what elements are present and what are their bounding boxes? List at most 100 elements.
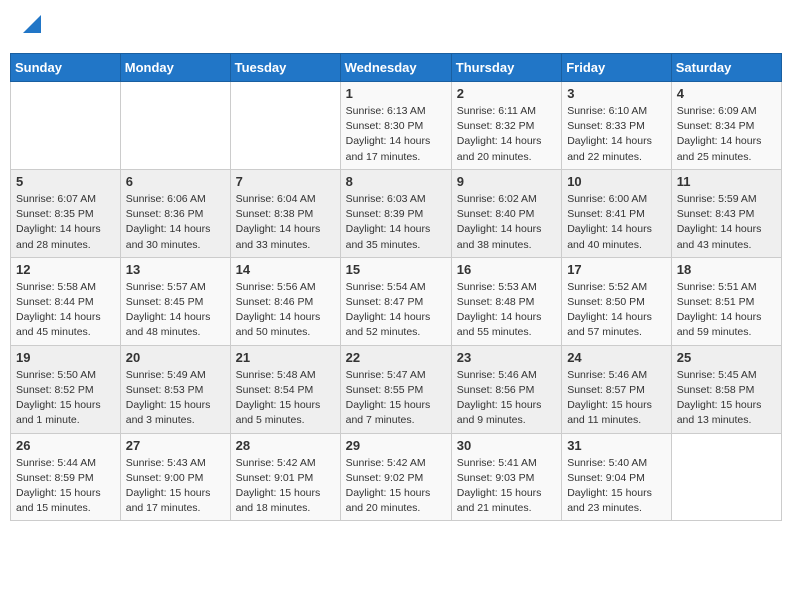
day-info: Daylight: 14 hours and 35 minutes. — [346, 222, 446, 252]
day-number: 14 — [236, 262, 335, 277]
day-info: Sunrise: 6:03 AM — [346, 192, 446, 207]
calendar-cell: 23Sunrise: 5:46 AMSunset: 8:56 PMDayligh… — [451, 345, 561, 433]
day-number: 21 — [236, 350, 335, 365]
day-number: 12 — [16, 262, 115, 277]
day-info: Sunrise: 5:40 AM — [567, 456, 666, 471]
day-info: Sunrise: 5:56 AM — [236, 280, 335, 295]
calendar-cell: 15Sunrise: 5:54 AMSunset: 8:47 PMDayligh… — [340, 257, 451, 345]
column-header-sunday: Sunday — [11, 54, 121, 82]
day-info: Sunrise: 5:44 AM — [16, 456, 115, 471]
day-info: Sunset: 8:48 PM — [457, 295, 556, 310]
calendar-cell: 6Sunrise: 6:06 AMSunset: 8:36 PMDaylight… — [120, 169, 230, 257]
calendar-week-row: 19Sunrise: 5:50 AMSunset: 8:52 PMDayligh… — [11, 345, 782, 433]
day-info: Daylight: 14 hours and 48 minutes. — [126, 310, 225, 340]
day-info: Daylight: 15 hours and 17 minutes. — [126, 486, 225, 516]
day-info: Sunset: 8:30 PM — [346, 119, 446, 134]
day-info: Sunset: 9:03 PM — [457, 471, 556, 486]
day-info: Sunrise: 5:58 AM — [16, 280, 115, 295]
day-info: Sunset: 8:34 PM — [677, 119, 776, 134]
day-info: Sunset: 8:54 PM — [236, 383, 335, 398]
calendar-week-row: 1 Sunrise: 6:13 AMSunset: 8:30 PM Daylight… — [11, 82, 782, 170]
day-info: Daylight: 15 hours and 23 minutes. — [567, 486, 666, 516]
calendar-cell: 20Sunrise: 5:49 AMSunset: 8:53 PMDayligh… — [120, 345, 230, 433]
day-info: Daylight: 15 hours and 11 minutes. — [567, 398, 666, 428]
day-info: Sunset: 8:51 PM — [677, 295, 776, 310]
calendar-cell: 11Sunrise: 5:59 AMSunset: 8:43 PMDayligh… — [671, 169, 781, 257]
calendar-cell — [120, 82, 230, 170]
day-info: Daylight: 14 hours and 30 minutes. — [126, 222, 225, 252]
day-info: Daylight: 15 hours and 5 minutes. — [236, 398, 335, 428]
day-number: 2 — [457, 86, 556, 101]
day-number: 3 — [567, 86, 666, 101]
calendar-cell: 4Sunrise: 6:09 AMSunset: 8:34 PMDaylight… — [671, 82, 781, 170]
calendar-table: SundayMondayTuesdayWednesdayThursdayFrid… — [10, 53, 782, 521]
day-info: Sunset: 8:55 PM — [346, 383, 446, 398]
day-info: Sunrise: 6:06 AM — [126, 192, 225, 207]
day-number: 9 — [457, 174, 556, 189]
day-info: Sunrise: 5:45 AM — [677, 368, 776, 383]
day-number: 10 — [567, 174, 666, 189]
day-info: Sunset: 8:33 PM — [567, 119, 666, 134]
calendar-cell: 18Sunrise: 5:51 AMSunset: 8:51 PMDayligh… — [671, 257, 781, 345]
day-info: Daylight: 15 hours and 3 minutes. — [126, 398, 225, 428]
day-info: Daylight: 14 hours and 25 minutes. — [677, 134, 776, 164]
calendar-cell: 26Sunrise: 5:44 AMSunset: 8:59 PMDayligh… — [11, 433, 121, 521]
day-info: Daylight: 14 hours and 28 minutes. — [16, 222, 115, 252]
calendar-cell: 17Sunrise: 5:52 AMSunset: 8:50 PMDayligh… — [562, 257, 672, 345]
day-info: Sunset: 8:59 PM — [16, 471, 115, 486]
calendar-cell — [671, 433, 781, 521]
day-info: Sunrise: 5:46 AM — [457, 368, 556, 383]
calendar-week-row: 26 Sunrise: 5:44 AMSunset: 8:59 PM Dayligh… — [11, 433, 782, 521]
calendar-cell — [230, 82, 340, 170]
day-info: Sunset: 8:58 PM — [677, 383, 776, 398]
column-header-friday: Friday — [562, 54, 672, 82]
day-info: Sunset: 8:57 PM — [567, 383, 666, 398]
calendar-cell: 22Sunrise: 5:47 AMSunset: 8:55 PMDayligh… — [340, 345, 451, 433]
day-number: 26 — [16, 438, 115, 453]
calendar-cell: 31Sunrise: 5:40 AMSunset: 9:04 PMDayligh… — [562, 433, 672, 521]
day-number: 28 — [236, 438, 335, 453]
day-number: 1 — [346, 86, 446, 101]
logo — [20, 15, 41, 38]
calendar-cell: 30Sunrise: 5:41 AMSunset: 9:03 PMDayligh… — [451, 433, 561, 521]
day-info: Sunrise: 6:09 AM — [677, 104, 776, 119]
day-number: 6 — [126, 174, 225, 189]
day-info: Sunset: 8:38 PM — [236, 207, 335, 222]
day-info: Sunrise: 6:13 AM — [346, 104, 446, 119]
calendar-cell: 13Sunrise: 5:57 AMSunset: 8:45 PMDayligh… — [120, 257, 230, 345]
day-number: 31 — [567, 438, 666, 453]
day-info: Daylight: 15 hours and 21 minutes. — [457, 486, 556, 516]
day-info: Daylight: 15 hours and 13 minutes. — [677, 398, 776, 428]
day-info: Daylight: 14 hours and 43 minutes. — [677, 222, 776, 252]
day-number: 17 — [567, 262, 666, 277]
day-number: 7 — [236, 174, 335, 189]
day-info: Sunset: 8:50 PM — [567, 295, 666, 310]
day-info: Daylight: 15 hours and 1 minute. — [16, 398, 115, 428]
day-number: 20 — [126, 350, 225, 365]
calendar-cell: 24Sunrise: 5:46 AMSunset: 8:57 PMDayligh… — [562, 345, 672, 433]
column-header-saturday: Saturday — [671, 54, 781, 82]
day-info: Sunrise: 5:54 AM — [346, 280, 446, 295]
day-number: 19 — [16, 350, 115, 365]
day-info: Daylight: 14 hours and 20 minutes. — [457, 134, 556, 164]
calendar-cell — [11, 82, 121, 170]
calendar-cell: 8Sunrise: 6:03 AMSunset: 8:39 PMDaylight… — [340, 169, 451, 257]
day-info: Daylight: 14 hours and 57 minutes. — [567, 310, 666, 340]
day-info: Sunrise: 6:02 AM — [457, 192, 556, 207]
day-info: Sunset: 8:41 PM — [567, 207, 666, 222]
day-info: Sunrise: 5:53 AM — [457, 280, 556, 295]
day-info: Sunrise: 5:43 AM — [126, 456, 225, 471]
day-info: Sunset: 9:02 PM — [346, 471, 446, 486]
day-info: Sunset: 8:46 PM — [236, 295, 335, 310]
day-number: 18 — [677, 262, 776, 277]
day-info: Sunset: 8:56 PM — [457, 383, 556, 398]
day-info: Sunrise: 5:46 AM — [567, 368, 666, 383]
day-info: Sunrise: 5:41 AM — [457, 456, 556, 471]
calendar-cell: 25 Sunrise: 5:45 AMSunset: 8:58 PMDayligh… — [671, 345, 781, 433]
calendar-cell: 16Sunrise: 5:53 AMSunset: 8:48 PMDayligh… — [451, 257, 561, 345]
day-number: 16 — [457, 262, 556, 277]
day-number: 8 — [346, 174, 446, 189]
day-number: 25 — [677, 350, 776, 365]
day-info: Sunset: 8:52 PM — [16, 383, 115, 398]
day-number: 29 — [346, 438, 446, 453]
